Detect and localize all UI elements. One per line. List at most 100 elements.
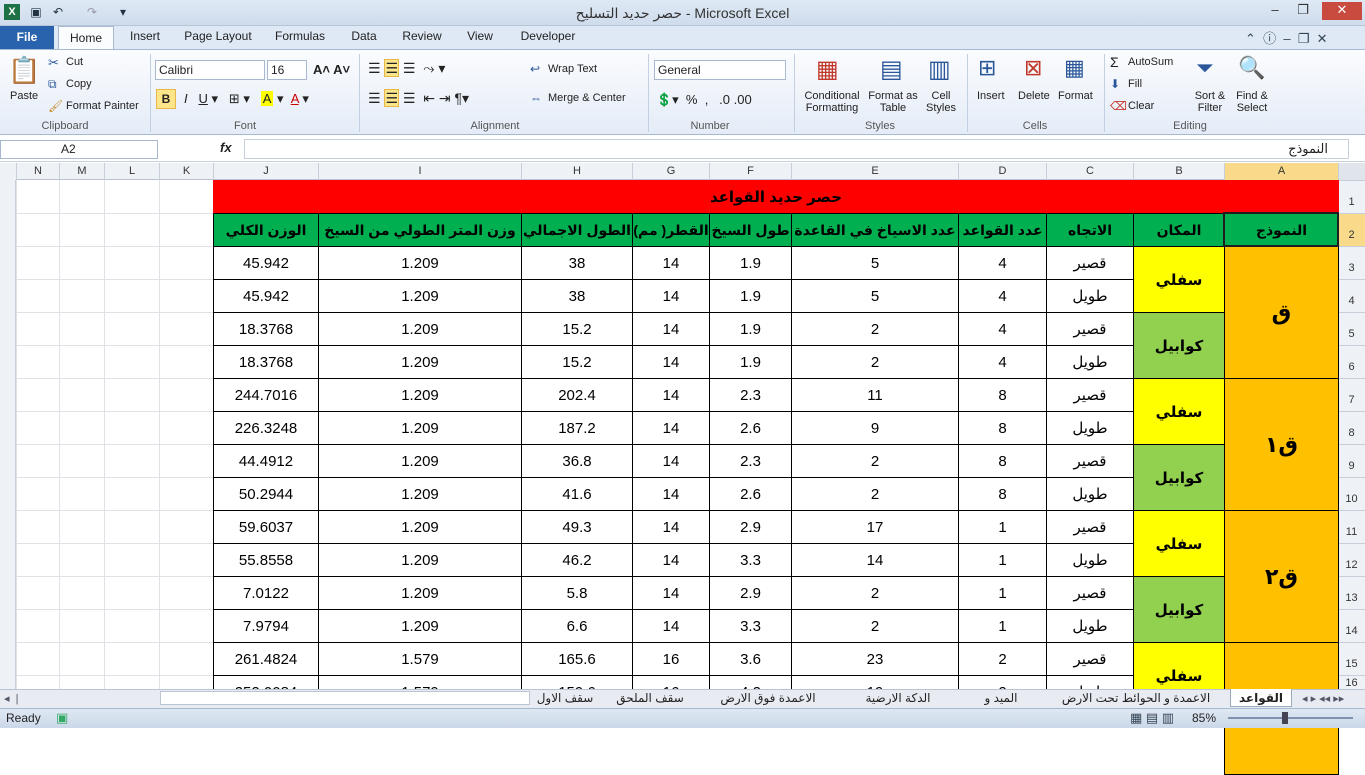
data-cell-weight[interactable]: 7.9794 (213, 609, 319, 643)
place-cell[interactable]: سفلي (1133, 246, 1225, 313)
sheet-tab[interactable]: سقف الاول (530, 689, 600, 707)
data-cell-barlen[interactable]: 2.9 (709, 576, 792, 610)
tab-formulas[interactable]: Formulas (270, 26, 330, 46)
data-cell-count[interactable]: 1 (958, 576, 1047, 610)
data-cell-weight[interactable]: 7.0122 (213, 576, 319, 610)
tab-page-layout[interactable]: Page Layout (180, 26, 256, 46)
wrap-text-button[interactable]: Wrap Text (548, 63, 597, 75)
header-totlen[interactable]: الطول الاجمالي (521, 213, 633, 247)
data-cell-barlen[interactable]: 1.9 (709, 279, 792, 313)
view-buttons[interactable]: ▦ ▤ ▥ (1130, 710, 1174, 726)
data-cell-count[interactable]: 4 (958, 345, 1047, 379)
data-cell-totlen[interactable]: 187.2 (521, 411, 633, 445)
row-header-8[interactable]: 8 (1338, 411, 1365, 444)
row-header-2[interactable]: 2 (1338, 213, 1365, 246)
data-cell-dir[interactable]: قصير (1046, 510, 1134, 544)
minimize-icon[interactable]: – (1264, 2, 1286, 20)
column-header-l[interactable]: L (104, 163, 159, 180)
row-header-9[interactable]: 9 (1338, 444, 1365, 477)
copy-button[interactable]: Copy (66, 78, 92, 90)
data-cell-barlen[interactable]: 3.3 (709, 609, 792, 643)
place-cell[interactable]: كوابيل (1133, 312, 1225, 379)
data-cell-wpm[interactable]: 1.209 (318, 378, 522, 412)
data-cell-weight[interactable]: 226.3248 (213, 411, 319, 445)
model-cell[interactable]: ق١ (1224, 378, 1339, 511)
italic-underline-buttons[interactable]: I U ▾ ⊞ ▾ A ▾ A ▾ (184, 91, 309, 107)
data-cell-dir[interactable]: قصير (1046, 444, 1134, 478)
row-header-12[interactable]: 12 (1338, 543, 1365, 576)
data-cell-totlen[interactable]: 202.4 (521, 378, 633, 412)
header-count[interactable]: عدد القواعد (958, 213, 1047, 247)
sheet-tab[interactable]: الاعمدة فوق الارض (700, 689, 836, 707)
data-cell-dia[interactable]: 14 (632, 345, 710, 379)
formula-input[interactable]: النموذج (244, 139, 1349, 159)
data-cell-dia[interactable]: 14 (632, 444, 710, 478)
data-cell-totlen[interactable]: 38 (521, 279, 633, 313)
vertical-scrollbar[interactable] (0, 180, 16, 689)
data-cell-count[interactable]: 4 (958, 246, 1047, 280)
data-cell-barlen[interactable]: 1.9 (709, 246, 792, 280)
data-cell-dir[interactable]: طويل (1046, 345, 1134, 379)
fill-button[interactable]: Fill (1128, 78, 1142, 90)
data-cell-weight[interactable]: 45.942 (213, 279, 319, 313)
data-cell-count[interactable]: 8 (958, 378, 1047, 412)
sheet-tab[interactable]: سقف الملحق (602, 689, 698, 707)
data-cell-wpm[interactable]: 1.209 (318, 411, 522, 445)
place-cell[interactable]: كوابيل (1133, 444, 1225, 511)
tab-home[interactable]: Home (58, 26, 114, 50)
bold-button[interactable]: B (156, 89, 176, 109)
sheet-nav-icons[interactable]: ◂ ▸ ◂◂ ▸▸ (1302, 692, 1344, 705)
number-format-select[interactable]: General (654, 60, 786, 80)
horizontal-scroll-left-icon[interactable]: ◂ | (4, 692, 19, 705)
zoom-slider[interactable] (1228, 717, 1353, 719)
data-cell-barlen[interactable]: 3.3 (709, 543, 792, 577)
data-cell-totlen[interactable]: 5.8 (521, 576, 633, 610)
data-cell-dir[interactable]: طويل (1046, 279, 1134, 313)
data-cell-dir[interactable]: قصير (1046, 642, 1134, 676)
data-cell-barlen[interactable]: 2.3 (709, 444, 792, 478)
tab-data[interactable]: Data (343, 26, 385, 46)
model-cell[interactable]: ق (1224, 246, 1339, 379)
data-cell-weight[interactable]: 261.4824 (213, 642, 319, 676)
insert-cells-button[interactable]: Insert (977, 90, 1005, 102)
macro-record-icon[interactable]: ▣ (56, 710, 68, 726)
data-cell-barlen[interactable]: 2.9 (709, 510, 792, 544)
data-cell-dia[interactable]: 14 (632, 609, 710, 643)
data-cell-barlen[interactable]: 2.6 (709, 411, 792, 445)
row-header-3[interactable]: 3 (1338, 246, 1365, 279)
data-cell-weight[interactable]: 55.8558 (213, 543, 319, 577)
row-header-10[interactable]: 10 (1338, 477, 1365, 510)
header-bars[interactable]: عدد الاسياخ في القاعدة (791, 213, 959, 247)
row-header-14[interactable]: 14 (1338, 609, 1365, 642)
row-header-13[interactable]: 13 (1338, 576, 1365, 609)
data-cell-bars[interactable]: 5 (791, 246, 959, 280)
data-cell-wpm[interactable]: 1.209 (318, 444, 522, 478)
delete-cells-button[interactable]: Delete (1018, 90, 1050, 102)
zoom-slider-thumb[interactable] (1282, 712, 1288, 724)
place-cell[interactable]: كوابيل (1133, 576, 1225, 643)
data-cell-count[interactable]: 1 (958, 543, 1047, 577)
data-cell-totlen[interactable]: 38 (521, 246, 633, 280)
data-cell-wpm[interactable]: 1.209 (318, 345, 522, 379)
row-header-16[interactable]: 16 (1338, 675, 1365, 689)
data-cell-totlen[interactable]: 46.2 (521, 543, 633, 577)
cell-styles-button[interactable]: Cell Styles (920, 90, 962, 114)
data-cell-bars[interactable]: 2 (791, 576, 959, 610)
data-cell-dir[interactable]: قصير (1046, 246, 1134, 280)
vertical-align-icons[interactable]: ☰ ☰ ☰ ⤳ ▾ (368, 59, 445, 77)
select-all-corner[interactable] (1338, 163, 1365, 180)
data-cell-weight[interactable]: 44.4912 (213, 444, 319, 478)
paste-button[interactable]: Paste (10, 90, 38, 102)
model-cell[interactable]: ق٢ (1224, 510, 1339, 643)
data-cell-wpm[interactable]: 1.579 (318, 642, 522, 676)
data-cell-count[interactable]: 1 (958, 609, 1047, 643)
row-header-11[interactable]: 11 (1338, 510, 1365, 543)
data-cell-count[interactable]: 2 (958, 642, 1047, 676)
restore-icon[interactable]: ❐ (1292, 2, 1314, 20)
data-cell-totlen[interactable]: 49.3 (521, 510, 633, 544)
header-dir[interactable]: الاتجاه (1046, 213, 1134, 247)
data-cell-dir[interactable]: قصير (1046, 378, 1134, 412)
data-cell-dia[interactable]: 14 (632, 576, 710, 610)
cut-button[interactable]: Cut (66, 56, 83, 68)
data-cell-dir[interactable]: طويل (1046, 543, 1134, 577)
